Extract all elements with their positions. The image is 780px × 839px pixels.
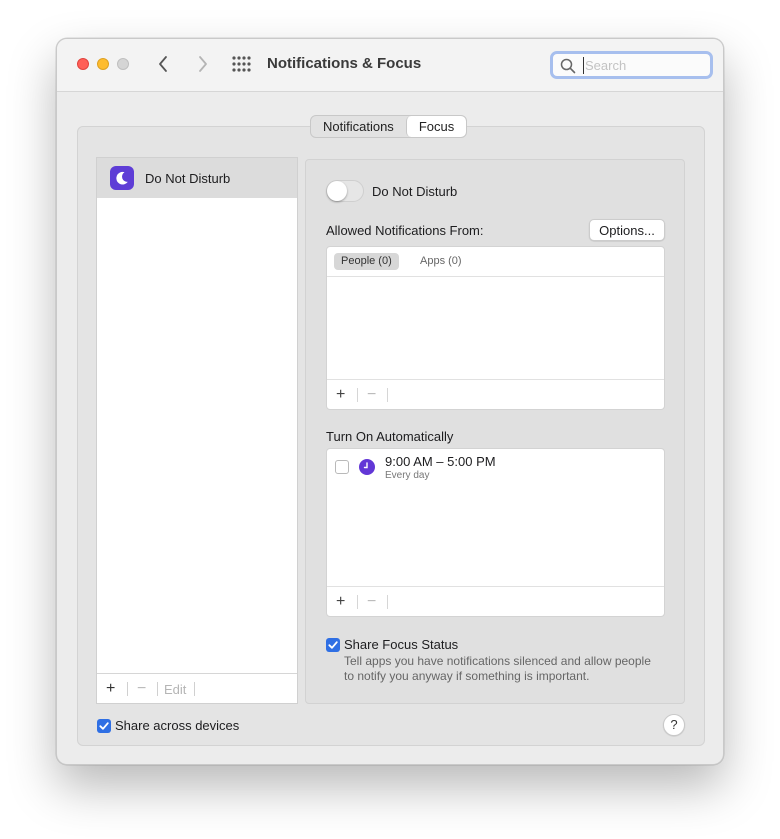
moon-badge — [110, 166, 134, 190]
tab-selector: Notifications Focus — [310, 115, 468, 138]
search-field[interactable] — [550, 51, 713, 79]
grid-icon — [232, 56, 251, 72]
focus-list: Do Not Disturb + − Edit — [96, 157, 298, 704]
search-input[interactable] — [583, 57, 703, 74]
title-bar: Notifications & Focus — [57, 39, 723, 92]
focus-detail-panel: Do Not Disturb Allowed Notifications Fro… — [305, 159, 685, 704]
schedule-row[interactable]: 9:00 AM – 5:00 PM Every day — [327, 449, 664, 485]
minimize-button[interactable] — [97, 58, 109, 70]
focus-list-item-label: Do Not Disturb — [145, 171, 231, 186]
chevron-left-icon — [159, 56, 167, 72]
share-focus-checkbox[interactable] — [326, 638, 340, 652]
focus-list-footer: + − Edit — [97, 673, 297, 703]
share-across-devices-label: Share across devices — [115, 718, 240, 733]
automation-box: 9:00 AM – 5:00 PM Every day + − — [326, 448, 665, 617]
divider — [157, 682, 158, 696]
allowed-notifications-box: People (0) Apps (0) + − — [326, 246, 665, 410]
window-title: Notifications & Focus — [267, 55, 422, 72]
divider — [387, 388, 388, 402]
allowed-footer: + − — [327, 379, 664, 409]
tab-apps[interactable]: Apps (0) — [413, 253, 469, 270]
moon-icon — [116, 171, 128, 185]
share-focus-label: Share Focus Status — [344, 637, 459, 652]
zoom-button[interactable] — [117, 58, 129, 70]
forward-button[interactable] — [191, 53, 213, 75]
show-all-button[interactable] — [232, 56, 252, 72]
schedule-time: 9:00 AM – 5:00 PM — [385, 454, 496, 469]
add-automation-button[interactable]: + — [336, 593, 345, 611]
tab-notifications[interactable]: Notifications — [311, 116, 406, 137]
toggle-label: Do Not Disturb — [372, 184, 458, 199]
divider — [194, 682, 195, 696]
schedule-subtitle: Every day — [385, 470, 430, 481]
remove-focus-button[interactable]: − — [137, 680, 146, 698]
tab-people[interactable]: People (0) — [334, 253, 399, 270]
share-focus-description: Tell apps you have notifications silence… — [344, 654, 651, 683]
preferences-window: Notifications & Focus Notifications Focu… — [56, 38, 724, 765]
clock-icon — [363, 462, 368, 469]
add-focus-button[interactable]: + — [106, 680, 115, 698]
divider — [387, 595, 388, 609]
divider — [127, 682, 128, 696]
options-button[interactable]: Options... — [589, 219, 665, 241]
edit-button[interactable]: Edit — [164, 682, 186, 697]
do-not-disturb-toggle[interactable] — [326, 180, 364, 202]
share-across-devices-checkbox[interactable] — [97, 719, 111, 733]
divider — [357, 388, 358, 402]
help-button[interactable]: ? — [663, 714, 685, 736]
checkmark-icon — [99, 722, 109, 730]
checkmark-icon — [328, 641, 338, 649]
tab-focus[interactable]: Focus — [405, 116, 467, 137]
automation-footer: + − — [327, 586, 664, 616]
search-icon — [560, 58, 576, 74]
remove-allowed-button[interactable]: − — [367, 386, 376, 404]
back-button[interactable] — [153, 53, 175, 75]
divider — [357, 595, 358, 609]
close-button[interactable] — [77, 58, 89, 70]
remove-automation-button[interactable]: − — [367, 593, 376, 611]
focus-list-item[interactable]: Do Not Disturb — [97, 158, 297, 198]
allowed-notifications-label: Allowed Notifications From: — [326, 223, 484, 238]
allowed-tabs: People (0) Apps (0) — [327, 247, 664, 277]
toggle-knob — [327, 181, 347, 201]
add-allowed-button[interactable]: + — [336, 386, 345, 404]
turn-on-automatically-label: Turn On Automatically — [326, 429, 454, 444]
schedule-checkbox[interactable] — [335, 460, 349, 474]
chevron-right-icon — [199, 56, 207, 72]
clock-badge — [359, 459, 375, 475]
